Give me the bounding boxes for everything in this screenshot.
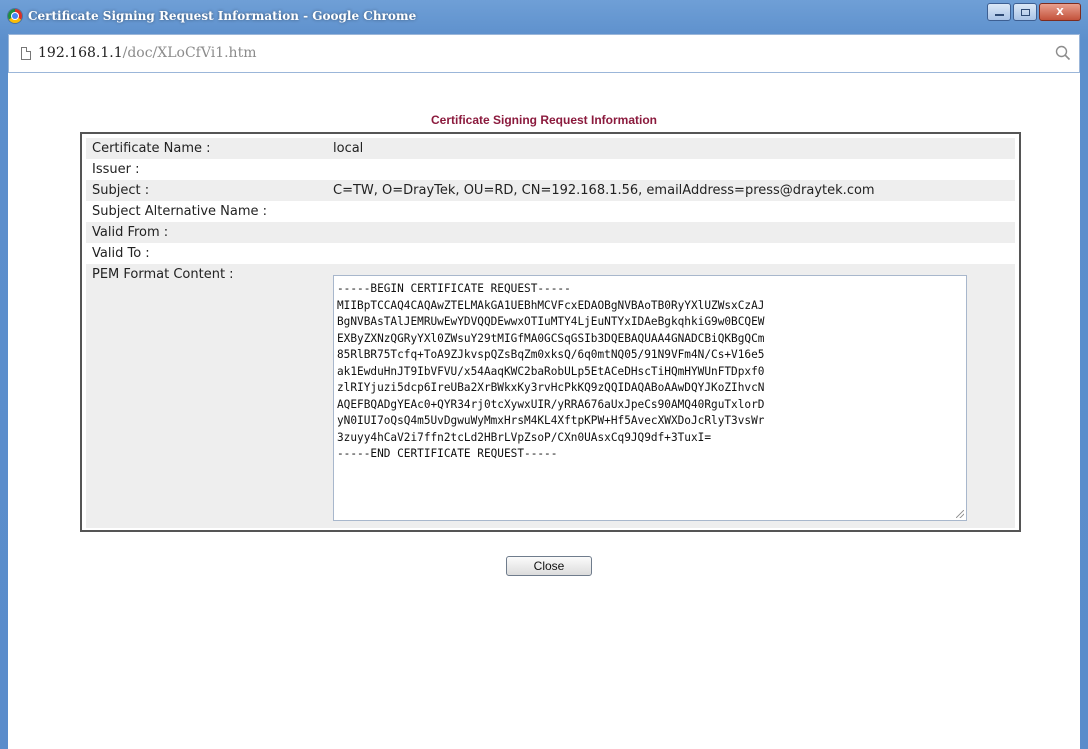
browser-window: Certificate Signing Request Information … bbox=[0, 0, 1088, 749]
field-label: Subject : bbox=[86, 180, 325, 201]
field-value: C=TW, O=DrayTek, OU=RD, CN=192.168.1.56,… bbox=[325, 180, 1015, 201]
url-path: /doc/XLoCfVi1.htm bbox=[122, 45, 257, 61]
pem-label-spacer bbox=[86, 283, 325, 528]
field-row-valid-to: Valid To : bbox=[86, 243, 1015, 264]
field-value bbox=[325, 243, 1015, 264]
window-title: Certificate Signing Request Information … bbox=[28, 9, 417, 23]
field-value bbox=[325, 159, 1015, 180]
page-content: Certificate Signing Request Information … bbox=[8, 73, 1080, 749]
field-row-subject-alt-name: Subject Alternative Name : bbox=[86, 201, 1015, 222]
field-row-subject: Subject : C=TW, O=DrayTek, OU=RD, CN=192… bbox=[86, 180, 1015, 201]
field-row-valid-from: Valid From : bbox=[86, 222, 1015, 243]
pem-label: PEM Format Content : bbox=[86, 264, 325, 283]
page-title: Certificate Signing Request Information bbox=[430, 113, 658, 127]
field-value bbox=[325, 201, 1015, 222]
maximize-button[interactable] bbox=[1013, 3, 1037, 21]
window-controls: X bbox=[987, 3, 1081, 23]
pem-cell: -----BEGIN CERTIFICATE REQUEST----- MIIB… bbox=[325, 271, 1015, 528]
url-text[interactable]: 192.168.1.1/doc/XLoCfVi1.htm bbox=[38, 45, 256, 61]
info-panel: Certificate Name : local Issuer : Subjec… bbox=[80, 132, 1021, 532]
field-label: Subject Alternative Name : bbox=[92, 204, 268, 219]
field-value: local bbox=[325, 138, 1015, 159]
maximize-icon bbox=[1020, 8, 1030, 16]
minimize-icon bbox=[994, 14, 1004, 16]
field-row-issuer: Issuer : bbox=[86, 159, 1015, 180]
search-icon[interactable] bbox=[1055, 45, 1071, 61]
field-row-certificate-name: Certificate Name : local bbox=[86, 138, 1015, 159]
close-window-button[interactable]: X bbox=[1039, 3, 1081, 21]
pem-row: -----BEGIN CERTIFICATE REQUEST----- MIIB… bbox=[86, 271, 1015, 528]
address-bar[interactable]: 192.168.1.1/doc/XLoCfVi1.htm bbox=[8, 34, 1080, 73]
field-label: Valid To : bbox=[92, 246, 150, 261]
field-label: Valid From : bbox=[86, 222, 325, 243]
chrome-logo-icon bbox=[8, 9, 22, 23]
title-bar[interactable]: Certificate Signing Request Information … bbox=[0, 0, 1088, 34]
field-label: Certificate Name : bbox=[86, 138, 325, 159]
field-value bbox=[325, 222, 1015, 243]
pem-text: -----BEGIN CERTIFICATE REQUEST----- MIIB… bbox=[337, 282, 765, 460]
field-label: Issuer : bbox=[92, 162, 140, 177]
close-button[interactable]: Close bbox=[506, 556, 592, 576]
minimize-button[interactable] bbox=[987, 3, 1011, 21]
resize-grip-icon[interactable] bbox=[956, 510, 964, 518]
page-icon bbox=[21, 47, 31, 60]
pem-content-textarea[interactable]: -----BEGIN CERTIFICATE REQUEST----- MIIB… bbox=[333, 275, 967, 521]
url-host: 192.168.1.1 bbox=[38, 45, 123, 61]
